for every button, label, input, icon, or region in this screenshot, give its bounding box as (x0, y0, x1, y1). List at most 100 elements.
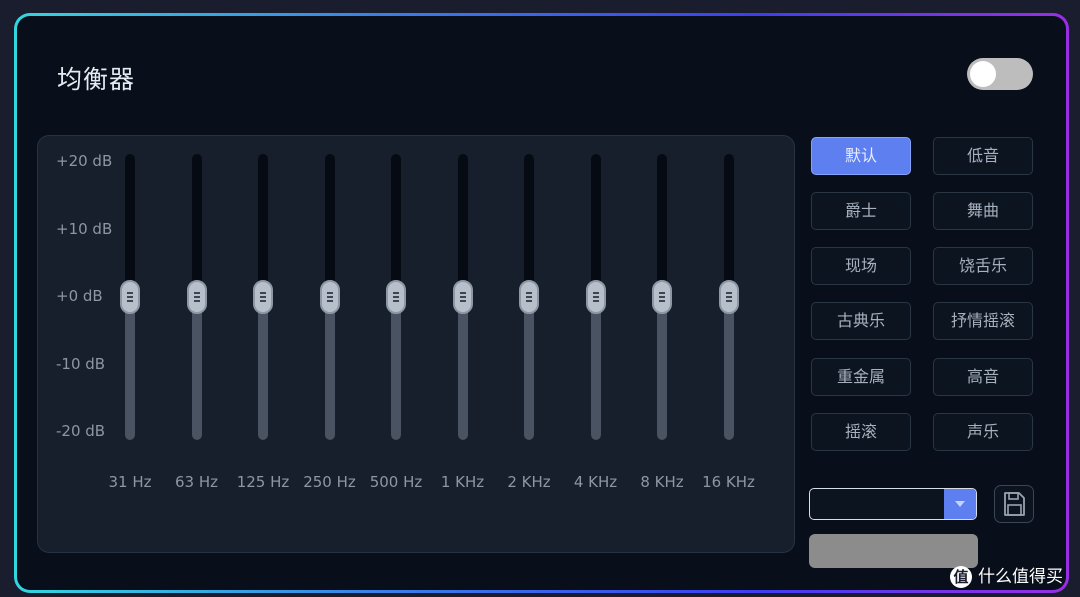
grip-line (326, 296, 333, 298)
frequency-label: 8 KHz (640, 473, 684, 491)
slider-fill (457, 297, 468, 440)
grip-line (393, 296, 399, 298)
window-frame: 均衡器 +20 dB +10 dB +0 dB -10 dB -20 dB 31… (14, 13, 1069, 593)
grip-line (592, 300, 599, 302)
preset-button[interactable]: 爵士 (811, 192, 911, 230)
slider-fill (657, 297, 667, 440)
frequency-label: 16 KHz (702, 473, 755, 491)
preset-button[interactable]: 抒情摇滚 (933, 302, 1033, 340)
frequency-label: 4 KHz (573, 473, 618, 491)
eq-slider[interactable] (576, 154, 616, 440)
slider-thumb[interactable] (253, 280, 273, 314)
preset-button[interactable]: 摇滚 (811, 413, 911, 451)
slider-fill (191, 297, 202, 440)
grip-line (526, 292, 532, 294)
slider-thumb[interactable] (718, 280, 739, 314)
preset-button[interactable]: 饶舌乐 (933, 247, 1033, 285)
slider-thumb[interactable] (585, 280, 606, 314)
grip-line (659, 300, 665, 302)
toggle-knob (970, 61, 996, 87)
frequency-label: 1 KHz (440, 473, 485, 491)
grip-line (725, 300, 732, 302)
grip-line (592, 292, 599, 294)
preset-button[interactable]: 声乐 (933, 413, 1033, 451)
slider-fill (524, 297, 534, 440)
db-label-plus-10: +10 dB (56, 220, 113, 238)
slider-fill (590, 297, 601, 440)
page-title: 均衡器 (57, 65, 136, 94)
frequency-label: 125 Hz (236, 473, 290, 491)
eq-slider[interactable] (110, 154, 150, 440)
eq-slider[interactable] (709, 154, 749, 440)
equalizer-panel: 均衡器 +20 dB +10 dB +0 dB -10 dB -20 dB 31… (17, 16, 1066, 590)
preset-button[interactable]: 古典乐 (811, 302, 911, 340)
equalizer-graph: +20 dB +10 dB +0 dB -10 dB -20 dB 31 Hz 6… (37, 135, 795, 553)
slider-fill (324, 297, 335, 440)
grip-line (659, 296, 665, 298)
grip-line (193, 292, 200, 294)
slider-fill (125, 297, 135, 440)
db-label-minus-10: -10 dB (56, 355, 106, 373)
slider-thumb[interactable] (120, 280, 140, 314)
frequency-label: 2 KHz (507, 473, 551, 491)
grip-line (526, 296, 532, 298)
eq-slider[interactable] (509, 154, 549, 440)
grip-line (193, 296, 200, 298)
grip-line (393, 292, 399, 294)
frequency-label: 250 Hz (303, 473, 356, 491)
slider-thumb[interactable] (652, 280, 672, 314)
preset-button[interactable]: 默认 (811, 137, 911, 175)
slider-thumb[interactable] (452, 280, 473, 314)
preset-button[interactable]: 低音 (933, 137, 1033, 175)
eq-slider[interactable] (177, 154, 217, 440)
slider-fill (391, 297, 401, 440)
floppy-disk-icon (1004, 492, 1025, 516)
watermark-logo: 值 (950, 566, 972, 588)
slider-thumb[interactable] (319, 280, 340, 314)
grip-line (459, 296, 466, 298)
slider-thumb[interactable] (519, 280, 539, 314)
custom-preset-select[interactable] (809, 488, 977, 520)
slider-fill (258, 297, 268, 440)
preset-button[interactable]: 高音 (933, 358, 1033, 396)
grip-line (326, 300, 333, 302)
grip-line (326, 292, 333, 294)
grip-line (659, 292, 665, 294)
grip-line (725, 296, 732, 298)
slider-fill (723, 297, 734, 440)
db-label-zero: +0 dB (56, 287, 103, 305)
watermark-text: 什么值得买 (978, 567, 1063, 587)
equalizer-toggle[interactable] (967, 58, 1033, 90)
grip-line (260, 292, 266, 294)
frequency-label: 500 Hz (369, 473, 423, 491)
eq-slider[interactable] (376, 154, 416, 440)
watermark: 值什么值得买 (950, 562, 1063, 588)
grip-line (459, 292, 466, 294)
grip-line (127, 292, 133, 294)
grip-line (127, 300, 133, 302)
eq-slider[interactable] (642, 154, 682, 440)
chevron-down-icon[interactable] (944, 489, 976, 519)
db-label-minus-20: -20 dB (56, 422, 106, 440)
grip-line (459, 300, 466, 302)
save-button[interactable] (994, 485, 1034, 523)
slider-thumb[interactable] (386, 280, 406, 314)
grip-line (260, 300, 266, 302)
slider-thumb[interactable] (186, 280, 207, 314)
eq-slider[interactable] (443, 154, 483, 440)
eq-slider[interactable] (310, 154, 350, 440)
frequency-label: 31 Hz (108, 473, 152, 491)
preset-button[interactable]: 现场 (811, 247, 911, 285)
grip-line (260, 296, 266, 298)
eq-slider[interactable] (243, 154, 283, 440)
grip-line (393, 300, 399, 302)
grip-line (193, 300, 200, 302)
grip-line (592, 296, 599, 298)
grip-line (526, 300, 532, 302)
frequency-label: 63 Hz (174, 473, 218, 491)
grip-line (725, 292, 732, 294)
db-label-plus-20: +20 dB (56, 152, 113, 170)
preset-button[interactable]: 舞曲 (933, 192, 1033, 230)
grip-line (127, 296, 133, 298)
preset-button[interactable]: 重金属 (811, 358, 911, 396)
